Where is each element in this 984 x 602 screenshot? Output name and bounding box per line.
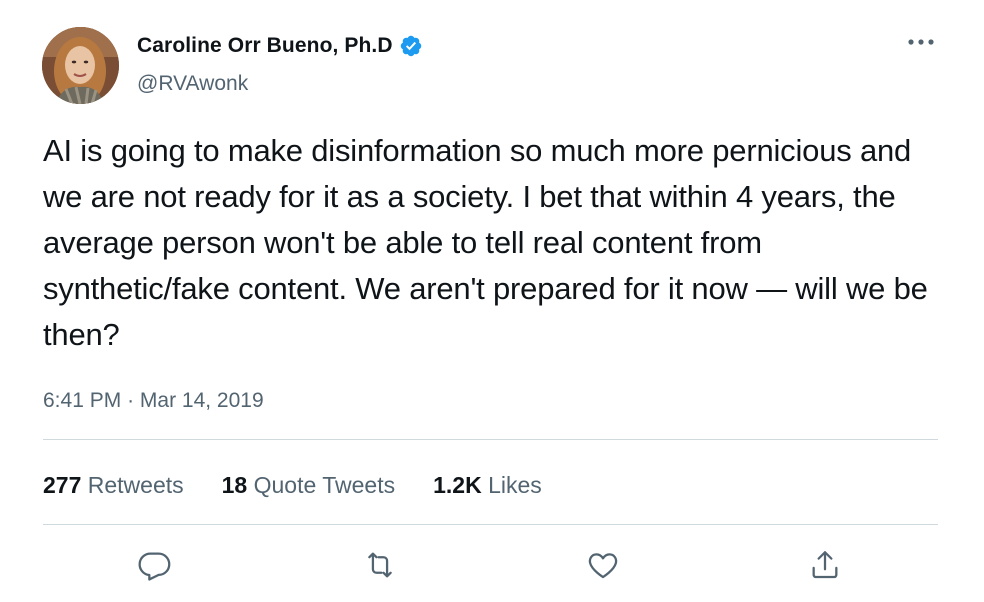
tweet-time[interactable]: 6:41 PM <box>43 389 121 412</box>
tweet-date[interactable]: Mar 14, 2019 <box>140 389 264 412</box>
retweets-count: 277 <box>43 472 82 498</box>
share-icon <box>812 551 838 579</box>
retweet-icon <box>368 552 392 578</box>
retweet-button[interactable] <box>363 548 397 582</box>
tweet-stats: 277 Retweets 18 Quote Tweets 1.2K Likes <box>43 472 542 499</box>
like-icon <box>588 553 618 579</box>
author-display-name[interactable]: Caroline Orr Bueno, Ph.D <box>137 34 393 58</box>
quote-tweets-count: 18 <box>221 472 248 498</box>
timestamp-separator: · <box>127 389 135 412</box>
more-options-icon[interactable] <box>906 36 936 48</box>
likes-count: 1.2K <box>433 472 482 498</box>
avatar[interactable] <box>42 27 119 104</box>
quote-tweets-stat[interactable]: 18 Quote Tweets <box>222 472 395 499</box>
divider-bottom <box>43 524 938 525</box>
tweet-text: AI is going to make disinformation so mu… <box>43 133 928 352</box>
likes-label: Likes <box>488 472 542 498</box>
avatar-image <box>42 27 119 104</box>
quote-tweets-label: Quote Tweets <box>253 472 396 498</box>
like-button[interactable] <box>586 548 620 582</box>
verified-badge-icon <box>400 35 421 57</box>
tweet-timestamp[interactable]: 6:41 PM · Mar 14, 2019 <box>43 389 264 413</box>
likes-stat[interactable]: 1.2K Likes <box>433 472 542 499</box>
retweets-stat[interactable]: 277 Retweets <box>43 472 184 499</box>
author-name-row[interactable]: Caroline Orr Bueno, Ph.D <box>137 34 423 58</box>
author-handle[interactable]: @RVAwonk <box>137 72 248 96</box>
divider-top <box>43 439 938 440</box>
share-button[interactable] <box>808 548 842 582</box>
reply-icon <box>138 552 171 581</box>
reply-button[interactable] <box>138 548 172 582</box>
retweets-label: Retweets <box>87 472 184 498</box>
